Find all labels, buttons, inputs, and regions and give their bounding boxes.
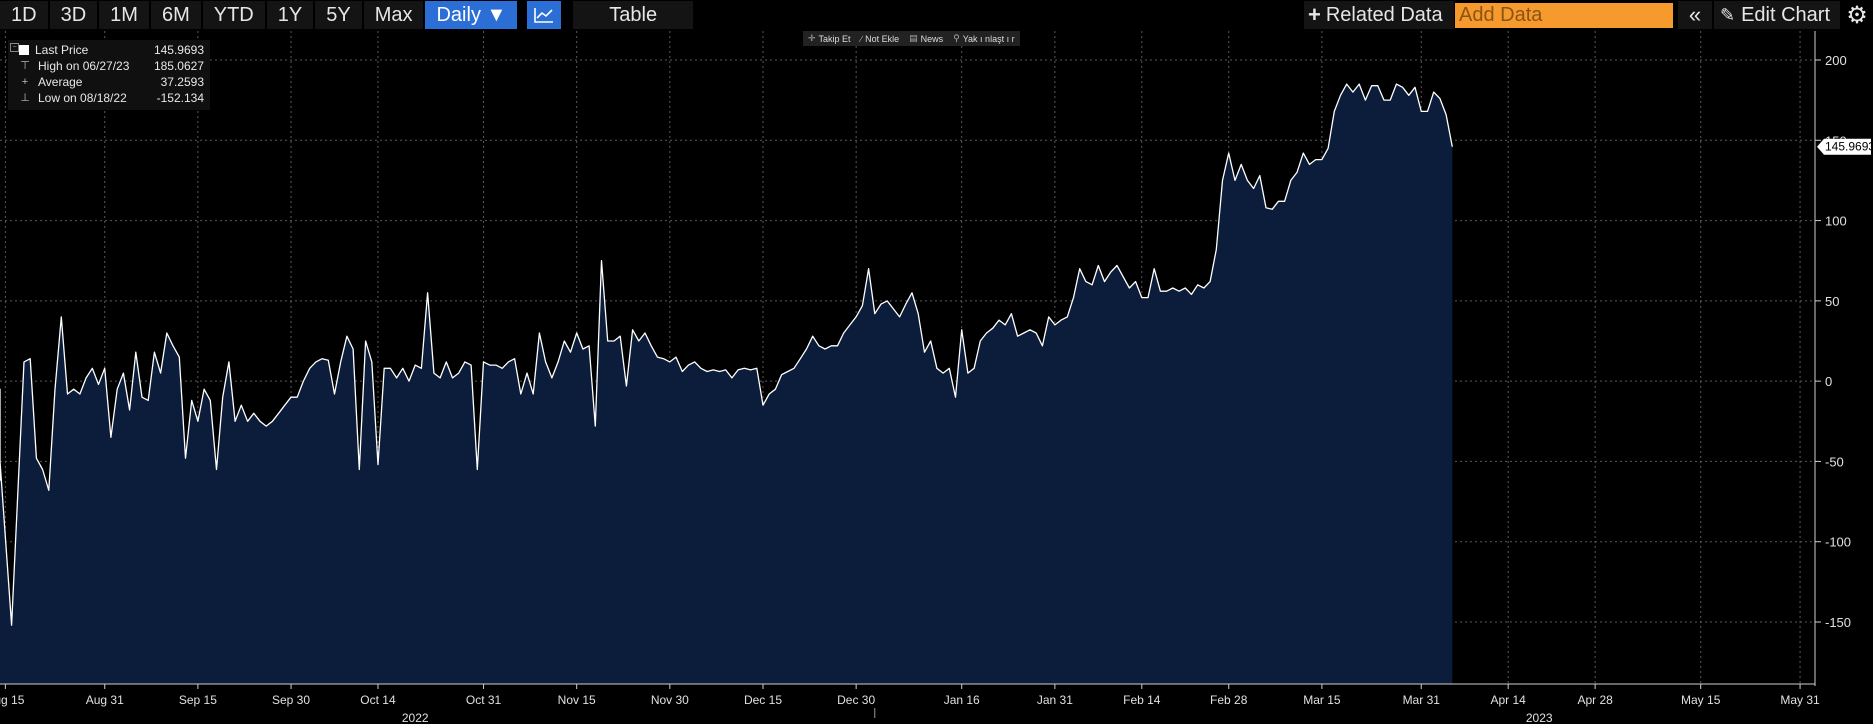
gear-icon: ⚙: [1846, 1, 1868, 29]
follow-button[interactable]: ✛ Takip Et: [803, 33, 856, 44]
related-data-label: Related Data: [1325, 3, 1443, 26]
pencil-icon: ∕: [860, 33, 863, 44]
period-button-1m[interactable]: 1M: [99, 1, 149, 29]
add-note-button[interactable]: ∕ Not Ekle: [856, 34, 905, 44]
chart-legend: − Last Price 145.9693 ⊤ High on 06/27/23…: [8, 40, 210, 110]
x-tick-label: Jan 16: [944, 693, 980, 707]
edit-chart-label: Edit Chart: [1741, 3, 1831, 26]
x-tick-label: May 15: [1681, 693, 1721, 707]
legend-last-price-value: 145.9693: [153, 43, 204, 57]
x-tick-label: Oct 14: [360, 693, 396, 707]
add-note-label: Not Ekle: [865, 33, 900, 44]
x-tick-label: Mar 31: [1403, 693, 1441, 707]
year-label: 2022: [402, 711, 429, 724]
legend-average-value: 37.2593: [160, 75, 204, 89]
x-tick-label: Feb 14: [1123, 693, 1161, 707]
high-marker-icon: ⊤: [20, 60, 30, 72]
legend-last-price-label: Last Price: [35, 43, 89, 57]
frequency-dropdown[interactable]: Daily ▼: [425, 1, 518, 29]
x-tick-label: Nov 15: [558, 693, 596, 707]
legend-high-label: High on 06/27/23: [38, 59, 130, 73]
period-button-5y[interactable]: 5Y: [315, 1, 362, 29]
x-tick-label: Nov 30: [651, 693, 689, 707]
x-tick-label: Mar 15: [1303, 693, 1341, 707]
period-button-1y[interactable]: 1Y: [266, 1, 314, 29]
line-chart-icon: [534, 8, 554, 23]
pencil-icon: ✎: [1720, 4, 1736, 25]
legend-average-label: Average: [38, 75, 83, 89]
news-label: News: [920, 33, 944, 44]
magnifier-icon: ⚲: [953, 33, 960, 43]
edit-chart-button[interactable]: ✎ Edit Chart: [1714, 1, 1840, 29]
x-tick-label: Aug 15: [0, 693, 25, 707]
x-tick-label: Sep 15: [179, 693, 217, 707]
x-tick-label: Oct 31: [466, 693, 502, 707]
plus-icon: +: [1308, 2, 1321, 27]
y-tick-label: 200: [1825, 53, 1847, 68]
period-button-3d[interactable]: 3D: [49, 1, 98, 29]
x-tick-label: Sep 30: [272, 693, 310, 707]
y-tick-label: -100: [1825, 535, 1851, 550]
last-price-marker-label: 145.9693: [1825, 140, 1873, 154]
zoom-button[interactable]: ⚲ Yak ı nlaşt ı r: [948, 33, 1019, 44]
table-button[interactable]: Table: [573, 1, 694, 29]
news-icon: ▤: [909, 33, 918, 43]
legend-row-average: + Average 37.2593: [8, 74, 210, 90]
follow-label: Takip Et: [818, 33, 851, 44]
legend-low-value: -152.134: [156, 91, 204, 105]
period-button-ytd[interactable]: YTD: [202, 1, 265, 29]
x-tick-label: Jan 31: [1037, 693, 1073, 707]
legend-row-low: ⊥ Low on 08/18/22 -152.134: [8, 90, 210, 106]
price-chart[interactable]: Aug 15 Aug 31 Sep 15 Sep 30 Oct 14 Oct 31 Nov …: [0, 0, 1873, 724]
x-tick-label: Dec 30: [837, 693, 875, 707]
x-tick-label: May 31: [1780, 693, 1820, 707]
legend-row-high: ⊤ High on 06/27/23 185.0627: [8, 58, 210, 74]
x-tick-label: Apr 14: [1491, 693, 1527, 707]
square-swatch-icon: [19, 45, 29, 55]
chart-type-button[interactable]: [527, 1, 562, 29]
period-button-6m[interactable]: 6M: [150, 1, 201, 29]
news-button[interactable]: ▤ News: [904, 33, 948, 44]
collapse-button[interactable]: «: [1678, 1, 1712, 29]
zoom-label: Yak ı nlaşt ı r: [962, 33, 1015, 44]
y-tick-label: -150: [1825, 615, 1851, 630]
settings-button[interactable]: ⚙: [1843, 1, 1871, 29]
legend-high-value: 185.0627: [153, 59, 204, 73]
last-price-marker: 145.9693: [1817, 138, 1873, 155]
y-tick-label: 100: [1825, 214, 1847, 229]
y-tick-label: -50: [1825, 454, 1844, 469]
related-data-button[interactable]: + Related Data: [1304, 1, 1454, 29]
y-tick-label: 50: [1825, 294, 1839, 309]
x-tick-label: Feb 28: [1210, 693, 1248, 707]
period-button-max[interactable]: Max: [363, 1, 424, 29]
legend-low-label: Low on 08/18/22: [38, 91, 127, 105]
x-tick-label: Apr 28: [1577, 693, 1613, 707]
low-marker-icon: ⊥: [20, 92, 30, 104]
crosshair-icon: ✛: [808, 33, 816, 43]
x-tick-label: Dec 15: [744, 693, 782, 707]
double-chevron-left-icon: «: [1688, 2, 1702, 27]
average-marker-icon: +: [21, 76, 29, 88]
chart-annotation-toolbar: ✛ Takip Et ∕ Not Ekle ▤ News ⚲ Yak ı nlaşt ı…: [803, 31, 1020, 46]
x-tick-label: Aug 31: [86, 693, 124, 707]
period-button-1d[interactable]: 1D: [0, 1, 48, 29]
add-data-input[interactable]: [1455, 3, 1673, 28]
y-tick-label: 0: [1825, 374, 1832, 389]
year-label: 2023: [1526, 711, 1553, 724]
legend-row-last-price: Last Price 145.9693: [8, 42, 210, 58]
